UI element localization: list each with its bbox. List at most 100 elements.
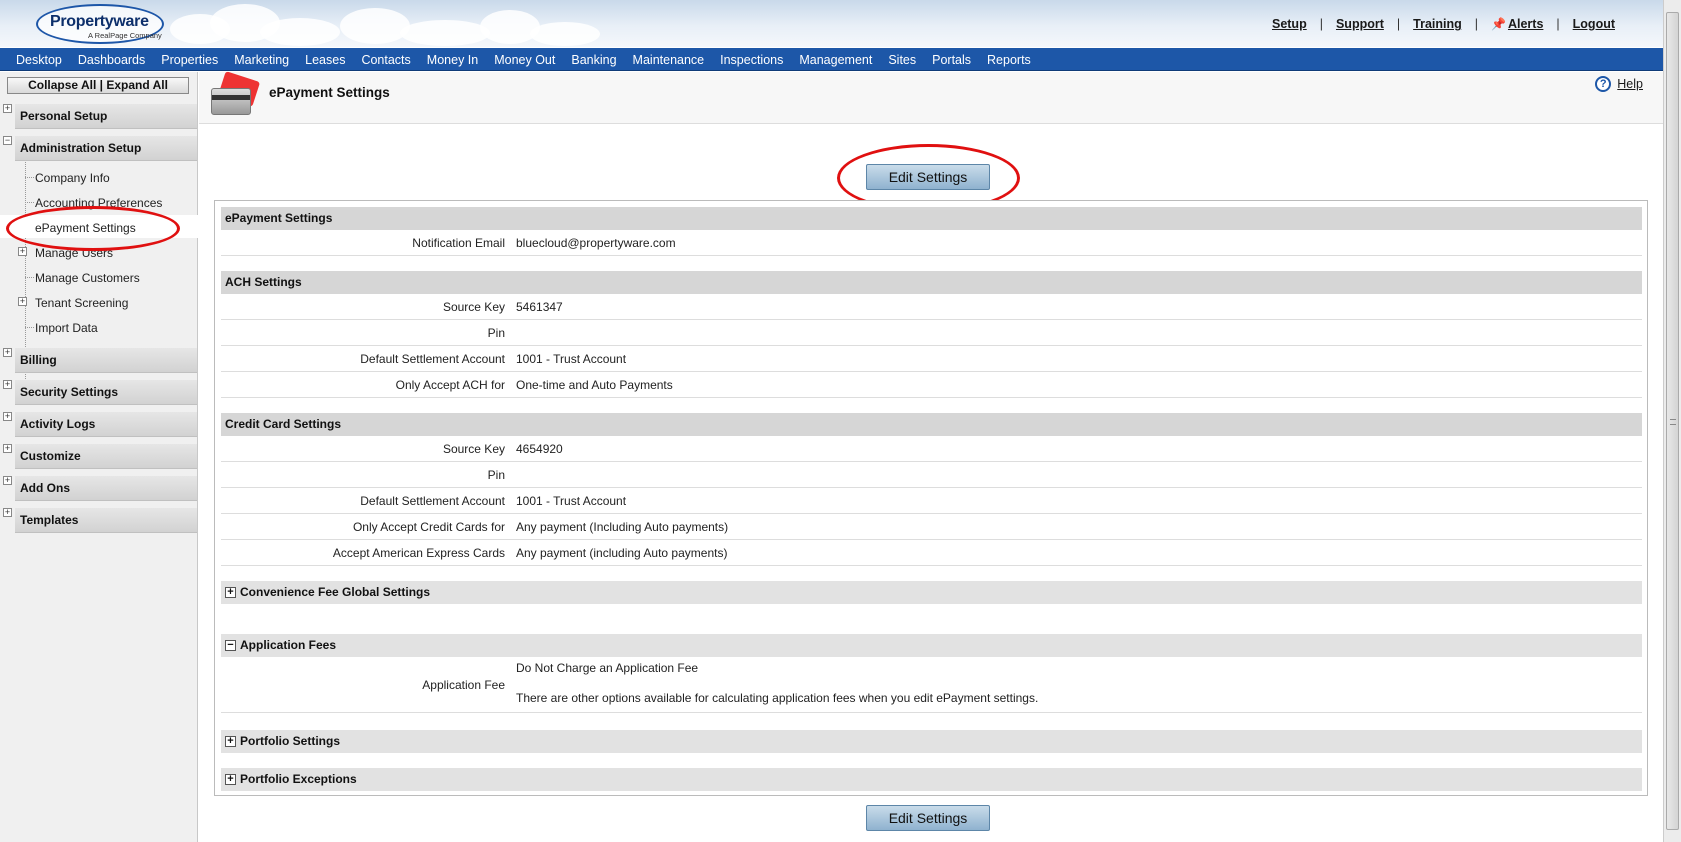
section-header-convenience-fee[interactable]: + Convenience Fee Global Settings [221, 581, 1642, 604]
nav-sites[interactable]: Sites [880, 53, 924, 67]
section-billing[interactable]: Billing [15, 348, 197, 373]
section-header-portfolio-exceptions[interactable]: + Portfolio Exceptions [221, 768, 1642, 791]
section-administration-setup[interactable]: Administration Setup [15, 136, 197, 161]
pin-icon: 📌 [1491, 17, 1506, 31]
separator: | [1319, 17, 1323, 31]
sidebar-item-accounting-preferences[interactable]: Accounting Preferences [35, 196, 162, 210]
help-icon[interactable]: ? [1595, 76, 1612, 92]
tree-branch [25, 327, 34, 328]
collapse-icon[interactable]: − [225, 640, 236, 651]
field-label: Source Key [442, 300, 505, 314]
field-label: Application Fee [422, 678, 505, 692]
nav-marketing[interactable]: Marketing [226, 53, 297, 67]
expand-icon[interactable]: + [3, 104, 12, 113]
nav-banking[interactable]: Banking [563, 53, 624, 67]
nav-money-in[interactable]: Money In [419, 53, 486, 67]
row-cc-source-key: Source Key 4654920 [221, 436, 1642, 462]
nav-reports[interactable]: Reports [979, 53, 1039, 67]
collapse-expand-all-button[interactable]: Collapse All | Expand All [7, 77, 189, 94]
alerts-link[interactable]: Alerts [1508, 17, 1543, 31]
nav-management[interactable]: Management [791, 53, 880, 67]
field-label: Accept American Express Cards [332, 546, 505, 560]
collapse-icon[interactable]: − [3, 136, 12, 145]
separator: | [1396, 17, 1401, 31]
nav-dashboards[interactable]: Dashboards [70, 53, 153, 67]
sidebar-item-company-info[interactable]: Company Info [35, 171, 110, 185]
section-header-application-fees[interactable]: − Application Fees [221, 634, 1642, 657]
section-add-ons[interactable]: Add Ons [15, 476, 197, 501]
nav-money-out[interactable]: Money Out [486, 53, 563, 67]
settings-panel: ePayment Settings Notification Email blu… [214, 200, 1648, 796]
section-header-epayment: ePayment Settings [221, 207, 1642, 230]
nav-portals[interactable]: Portals [924, 53, 979, 67]
nav-maintenance[interactable]: Maintenance [625, 53, 713, 67]
cloud-decoration [400, 20, 490, 46]
row-cc-pin: Pin [221, 462, 1642, 488]
cloud-decoration [530, 22, 600, 46]
expand-icon[interactable]: + [3, 348, 12, 357]
section-header-credit-card: Credit Card Settings [221, 413, 1642, 436]
scrollbar-thumb[interactable] [1666, 12, 1679, 830]
nav-inspections[interactable]: Inspections [712, 53, 791, 67]
section-customize[interactable]: Customize [15, 444, 197, 469]
section-header-portfolio-settings[interactable]: + Portfolio Settings [221, 730, 1642, 753]
expand-icon[interactable]: + [3, 412, 12, 421]
section-title: Portfolio Exceptions [240, 772, 357, 786]
field-label: Default Settlement Account [360, 352, 505, 366]
sidebar-item-epayment-settings[interactable]: ePayment Settings [35, 221, 136, 235]
field-label: Only Accept Credit Cards for [352, 520, 505, 534]
main-nav: Desktop Dashboards Properties Marketing … [0, 48, 1663, 71]
separator: | [1556, 17, 1560, 31]
vertical-scrollbar[interactable] [1663, 0, 1681, 842]
cloud-decoration [480, 10, 540, 44]
header-banner: Propertyware A RealPage Company Setup | … [0, 0, 1663, 47]
edit-settings-button[interactable]: Edit Settings [866, 164, 990, 190]
edit-settings-button-bottom[interactable]: Edit Settings [866, 805, 990, 831]
section-templates[interactable]: Templates [15, 508, 197, 533]
training-link[interactable]: Training [1413, 17, 1462, 31]
nav-properties[interactable]: Properties [153, 53, 226, 67]
help[interactable]: ? Help [1595, 76, 1643, 92]
field-value: 1001 - Trust Account [516, 352, 627, 366]
section-title: Portfolio Settings [240, 734, 340, 748]
sidebar-item-manage-users[interactable]: Manage Users [35, 246, 113, 260]
section-title: Application Fees [240, 638, 337, 652]
field-note: There are other options available for ca… [516, 691, 1039, 705]
credit-card-icon [211, 71, 261, 118]
section-security-settings[interactable]: Security Settings [15, 380, 197, 405]
support-link[interactable]: Support [1336, 17, 1384, 31]
section-personal-setup[interactable]: Personal Setup [15, 104, 197, 129]
expand-icon[interactable]: + [18, 247, 27, 256]
propertyware-logo[interactable]: Propertyware A RealPage Company [36, 4, 164, 44]
cloud-decoration [340, 8, 410, 44]
field-label: Pin [487, 326, 505, 340]
expand-icon[interactable]: + [225, 774, 236, 785]
expand-icon[interactable]: + [3, 380, 12, 389]
sidebar-item-import-data[interactable]: Import Data [35, 321, 98, 335]
row-ach-accept-for: Only Accept ACH for One-time and Auto Pa… [221, 372, 1642, 398]
expand-icon[interactable]: + [3, 444, 12, 453]
page-title: ePayment Settings [269, 85, 390, 100]
field-value: bluecloud@propertyware.com [516, 236, 676, 250]
tree-branch [25, 177, 34, 178]
expand-icon[interactable]: + [3, 476, 12, 485]
nav-leases[interactable]: Leases [297, 53, 353, 67]
expand-icon[interactable]: + [18, 297, 27, 306]
field-value: Any payment (including Auto payments) [516, 546, 728, 560]
nav-contacts[interactable]: Contacts [353, 53, 418, 67]
sidebar-item-manage-customers[interactable]: Manage Customers [35, 271, 140, 285]
expand-icon[interactable]: + [225, 587, 236, 598]
row-ach-source-key: Source Key 5461347 [221, 294, 1642, 320]
field-value: 1001 - Trust Account [516, 494, 627, 508]
logout-link[interactable]: Logout [1573, 17, 1615, 31]
sidebar-item-tenant-screening[interactable]: Tenant Screening [35, 296, 128, 310]
section-activity-logs[interactable]: Activity Logs [15, 412, 197, 437]
expand-icon[interactable]: + [225, 736, 236, 747]
nav-desktop[interactable]: Desktop [8, 53, 70, 67]
setup-link[interactable]: Setup [1272, 17, 1307, 31]
field-value: Do Not Charge an Application Fee [516, 661, 699, 675]
help-link[interactable]: Help [1617, 77, 1643, 91]
section-title: Convenience Fee Global Settings [240, 585, 431, 599]
row-notification-email: Notification Email bluecloud@propertywar… [221, 230, 1642, 256]
expand-icon[interactable]: + [3, 508, 12, 517]
